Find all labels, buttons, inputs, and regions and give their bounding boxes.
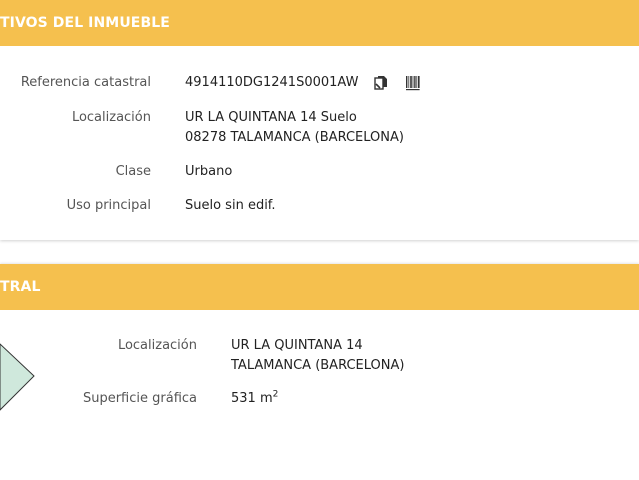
parcel-panel: TRAL Localización UR LA QUINTANA 14 TALA…: [0, 264, 639, 480]
parcel-location-label: Localización: [117, 338, 197, 353]
cadastral-reference-label: Referencia catastral: [20, 75, 151, 90]
property-data-header: TIVOS DEL INMUEBLE: [0, 0, 639, 46]
main-use-value: Suelo sin edif.: [185, 198, 276, 213]
parcel-location-line2: TALAMANCA (BARCELONA): [231, 358, 405, 373]
cadastral-reference-value: 4914110DG1241S0001AW: [185, 75, 359, 90]
location-value-line1: UR LA QUINTANA 14 Suelo: [185, 110, 357, 125]
copy-icon[interactable]: [374, 75, 388, 91]
location-label: Localización: [71, 110, 151, 125]
main-use-label: Uso principal: [66, 198, 151, 213]
location-value-line2: 08278 TALAMANCA (BARCELONA): [185, 130, 404, 145]
class-label: Clase: [115, 164, 151, 179]
graphic-surface-label: Superficie gráfica: [82, 391, 197, 406]
page: TIVOS DEL INMUEBLE Referencia catastral …: [0, 0, 639, 480]
barcode-icon[interactable]: [405, 75, 421, 91]
graphic-surface-value: 531 m2: [231, 389, 278, 409]
class-value: Urbano: [185, 164, 233, 179]
graphic-surface-number: 531 m: [231, 391, 273, 406]
property-data-panel: TIVOS DEL INMUEBLE Referencia catastral …: [0, 0, 639, 240]
parcel-map-shape: [0, 343, 35, 411]
parcel-location-line1: UR LA QUINTANA 14: [231, 338, 363, 353]
graphic-surface-unit-sup: 2: [272, 389, 279, 400]
parcel-header: TRAL: [0, 264, 639, 310]
